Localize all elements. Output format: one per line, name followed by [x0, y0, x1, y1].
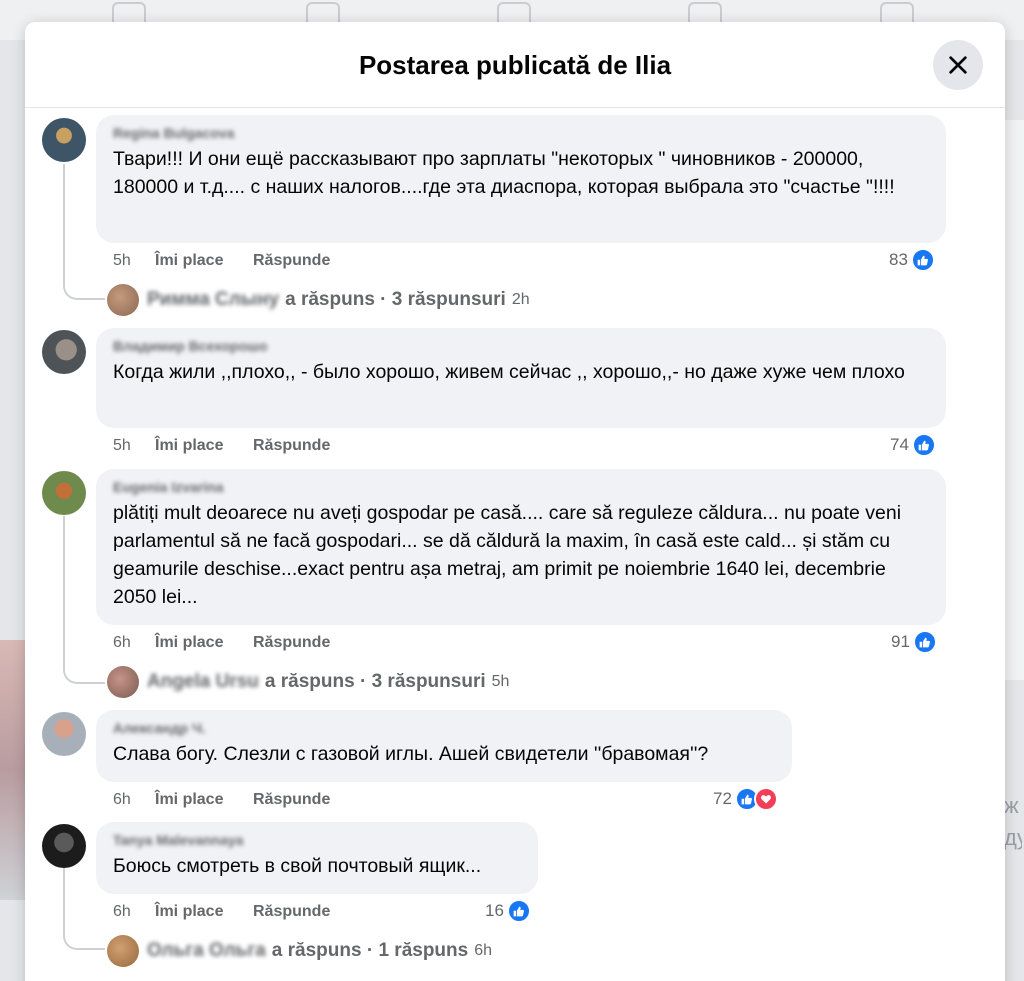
replied-label: a răspuns	[285, 289, 375, 310]
reply-time: 2h	[511, 291, 530, 308]
replied-label: a răspuns	[264, 671, 355, 692]
reply-time: 6h	[474, 942, 493, 959]
comment-author[interactable]: Александр Ч.	[113, 720, 774, 736]
reaction-summary[interactable]: 83	[889, 248, 935, 272]
view-replies-link[interactable]: Angela Ursu a răspuns · 3 răspunsuri 5h	[107, 666, 509, 698]
reply-count: 1 răspuns	[378, 940, 469, 961]
comment-author[interactable]: Eugenia Izvarina	[113, 479, 928, 495]
comment-text: Слава богу. Слезли с газовой иглы. Ашей …	[113, 743, 709, 765]
comment-text: plătiți mult deoarece nu aveți gospodar …	[113, 502, 907, 608]
comment-actions: 5h Îmi place Răspunde	[113, 252, 330, 270]
separator-dot: ·	[354, 671, 372, 692]
comment-text: Боюсь смотреть в свой почтовый ящик...	[113, 855, 482, 877]
comment-author[interactable]: Regina Bulgacova	[113, 125, 928, 141]
like-link[interactable]: Îmi place	[155, 252, 253, 270]
separator-dot: ·	[374, 289, 392, 310]
reply-link[interactable]: Răspunde	[253, 634, 330, 652]
reaction-summary[interactable]: 74	[890, 433, 936, 457]
reply-avatar	[107, 284, 139, 316]
comment-bubble: Regina Bulgacova Твари!!! И они ещё расс…	[96, 115, 946, 243]
comment-time[interactable]: 6h	[113, 791, 155, 809]
avatar[interactable]	[42, 824, 86, 868]
like-link[interactable]: Îmi place	[155, 903, 253, 921]
comment-bubble: Владимир Всехорошо Когда жили ,,плохо,, …	[96, 328, 946, 428]
reply-link[interactable]: Răspunde	[253, 791, 330, 809]
reply-author: Римма Слыну	[147, 289, 280, 310]
avatar[interactable]	[42, 330, 86, 374]
reply-avatar	[107, 935, 139, 967]
thumbs-up-icon	[910, 248, 935, 272]
reply-link[interactable]: Răspunde	[253, 252, 330, 270]
comment-time[interactable]: 6h	[113, 634, 155, 652]
reply-time: 5h	[491, 673, 510, 690]
comment-author[interactable]: Владимир Всехорошо	[113, 338, 928, 354]
thumbs-up-icon	[506, 899, 531, 923]
reply-count: 3 răspunsuri	[371, 671, 486, 692]
comment-bubble: Eugenia Izvarina plătiți mult deoarece n…	[96, 469, 946, 625]
reaction-count: 72	[713, 789, 732, 808]
replied-label: a răspuns	[271, 940, 362, 961]
view-replies-link[interactable]: Римма Слыну a răspuns · 3 răspunsuri 2h	[107, 284, 530, 316]
reaction-count: 91	[891, 632, 910, 651]
dialog-title: Postarea publicată de Ilia	[358, 50, 672, 80]
avatar[interactable]	[42, 118, 86, 162]
background-image-strip	[0, 640, 26, 900]
comment-actions: 6h Îmi place Răspunde	[113, 634, 330, 652]
reaction-count: 74	[890, 435, 909, 454]
comment-actions: 6h Îmi place Răspunde	[113, 791, 330, 809]
like-link[interactable]: Îmi place	[155, 634, 253, 652]
dialog-header: Postarea publicată de Ilia	[25, 22, 1005, 108]
comment-time[interactable]: 5h	[113, 252, 155, 270]
reply-author: Angela Ursu	[147, 671, 259, 692]
comment-bubble: Александр Ч. Слава богу. Слезли с газово…	[96, 710, 792, 782]
comment-author[interactable]: Tanya Malevannaya	[113, 832, 520, 848]
comment-text: Когда жили ,,плохо,, - было хорошо, живе…	[113, 361, 905, 383]
comment-time[interactable]: 5h	[113, 437, 155, 455]
background-side-panel	[1004, 120, 1024, 680]
comment-bubble: Tanya Malevannaya Боюсь смотреть в свой …	[96, 822, 538, 894]
background-side-text: ж ду	[1004, 793, 1022, 850]
reaction-count: 83	[889, 250, 908, 269]
reply-avatar	[107, 666, 139, 698]
reaction-summary[interactable]: 16	[485, 899, 531, 923]
reply-link[interactable]: Răspunde	[253, 437, 330, 455]
reply-link[interactable]: Răspunde	[253, 903, 330, 921]
like-link[interactable]: Îmi place	[155, 437, 253, 455]
like-link[interactable]: Îmi place	[155, 791, 253, 809]
avatar[interactable]	[42, 712, 86, 756]
reaction-count: 16	[485, 901, 504, 920]
comment-time[interactable]: 6h	[113, 903, 155, 921]
reaction-summary[interactable]: 72	[713, 787, 778, 811]
heart-icon	[753, 787, 778, 811]
post-dialog: Postarea publicată de Ilia Regina Bulgac…	[25, 22, 1005, 981]
reply-count: 3 răspunsuri	[391, 289, 506, 310]
reaction-summary[interactable]: 91	[891, 630, 937, 654]
view-replies-link[interactable]: Ольга Ольга a răspuns · 1 răspuns 6h	[107, 935, 492, 967]
comment-actions: 5h Îmi place Răspunde	[113, 437, 330, 455]
close-icon	[949, 56, 967, 74]
comment-actions: 6h Îmi place Răspunde	[113, 903, 330, 921]
thumbs-up-icon	[912, 630, 937, 654]
comment-text: Твари!!! И они ещё рассказывают про зарп…	[113, 148, 895, 198]
separator-dot: ·	[361, 940, 379, 961]
reply-author: Ольга Ольга	[147, 940, 266, 961]
thumbs-up-icon	[911, 433, 936, 457]
close-button[interactable]	[933, 40, 983, 90]
avatar[interactable]	[42, 471, 86, 515]
